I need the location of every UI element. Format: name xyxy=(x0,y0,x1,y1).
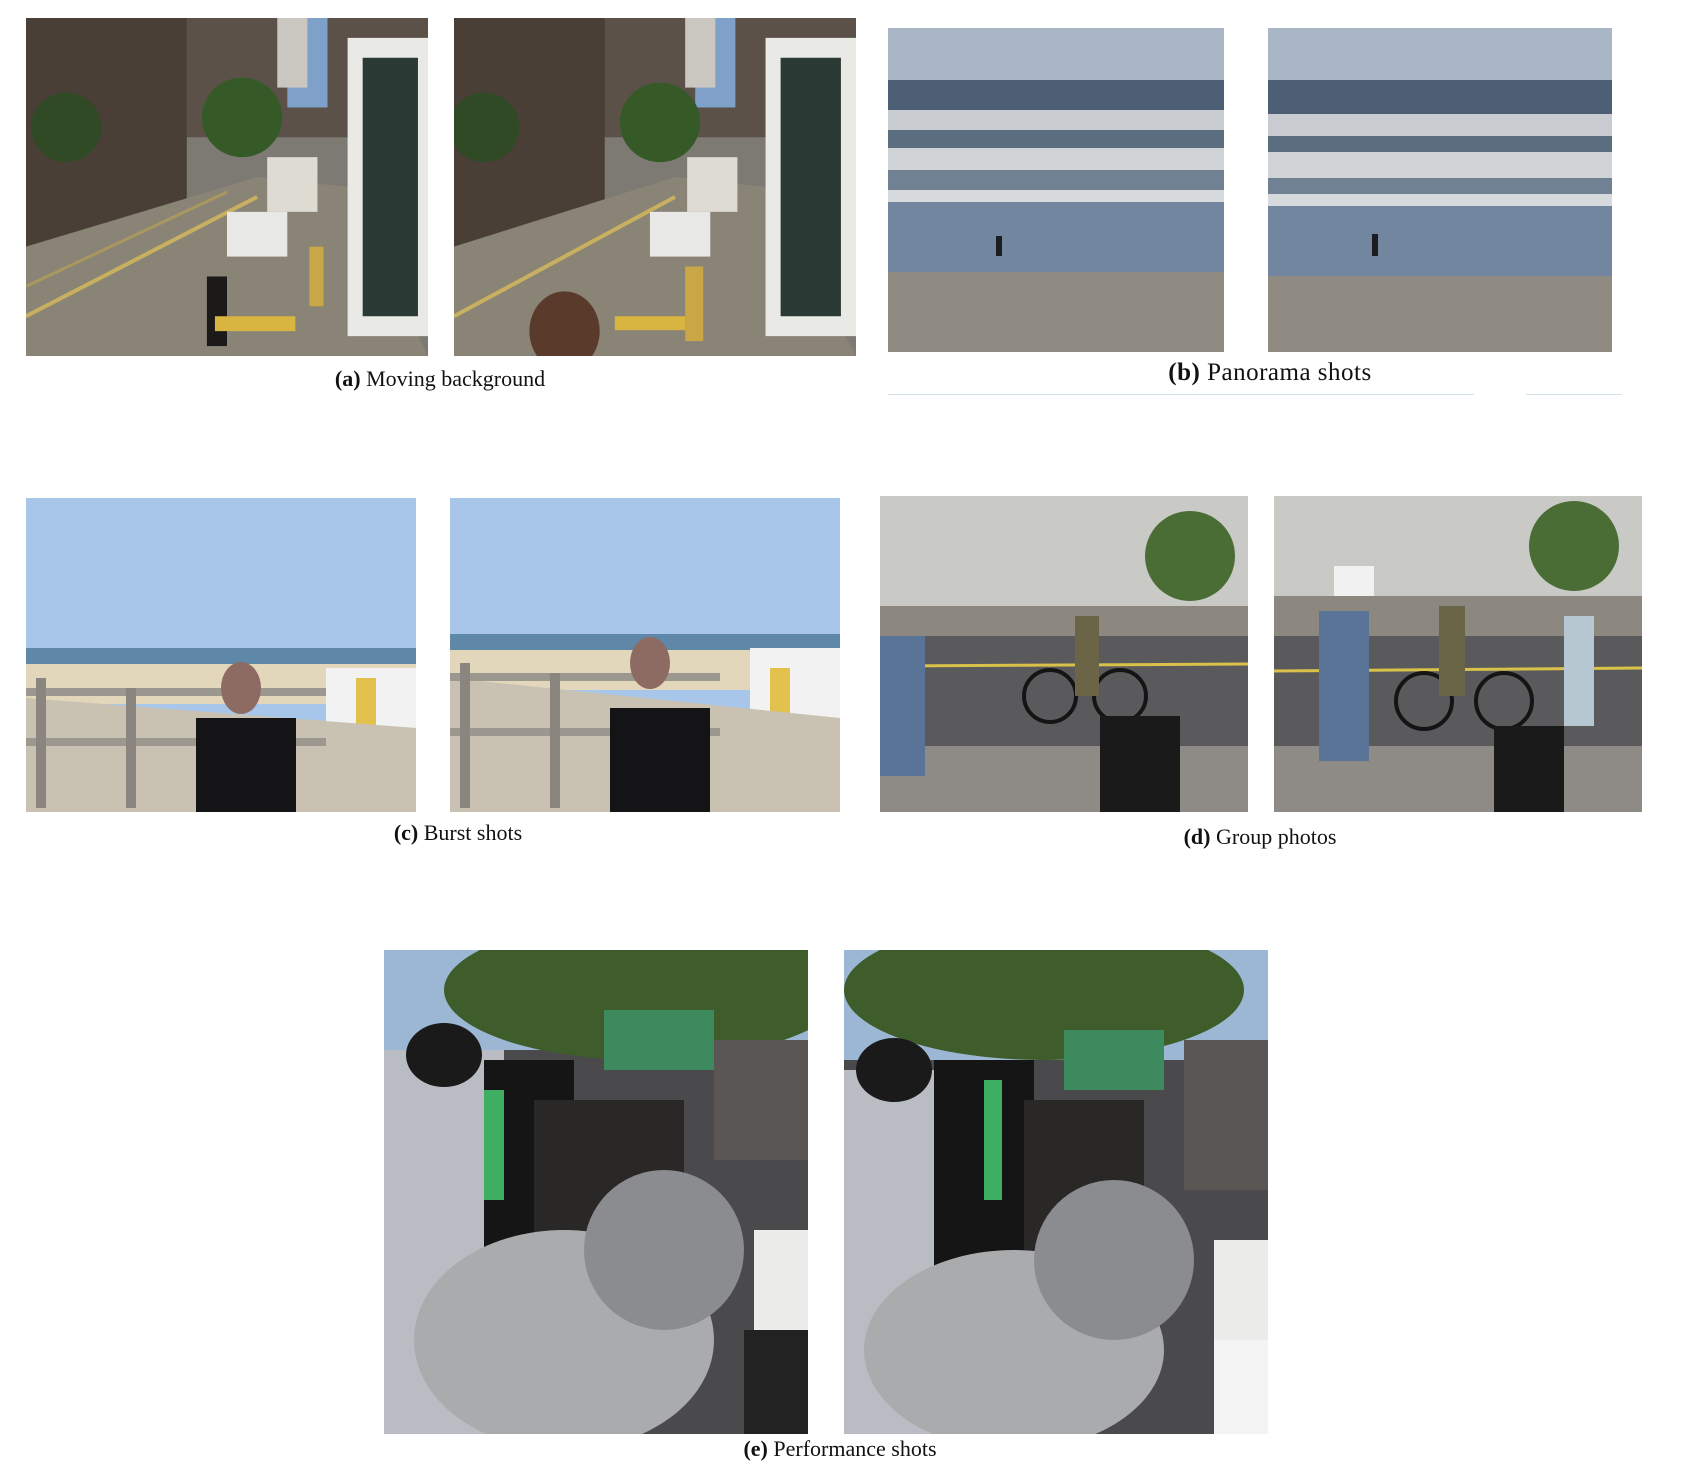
photo-b-right xyxy=(1268,28,1612,352)
caption-b: (b) Panorama shots xyxy=(1060,360,1480,386)
caption-c-label: (c) xyxy=(393,820,419,845)
divider-line-b2 xyxy=(1526,394,1622,395)
photo-d-right xyxy=(1274,496,1642,812)
caption-e: (e) Performance shots xyxy=(640,1436,1040,1462)
divider-line-b xyxy=(888,394,1474,395)
photo-a-left xyxy=(26,18,428,356)
photo-c-left xyxy=(26,498,416,812)
caption-e-text: Performance shots xyxy=(773,1436,937,1461)
photo-a-right xyxy=(454,18,856,356)
photo-e-left xyxy=(384,950,808,1434)
photo-c-right xyxy=(450,498,840,812)
photo-b-left xyxy=(888,28,1224,352)
caption-a: (a) Moving background xyxy=(240,366,640,392)
caption-b-text: Panorama shots xyxy=(1207,359,1372,386)
caption-a-label: (a) xyxy=(334,366,361,391)
caption-c-text: Burst shots xyxy=(423,820,523,845)
caption-d-text: Group photos xyxy=(1216,824,1337,849)
caption-b-label: (b) xyxy=(1168,359,1201,386)
photo-e-right xyxy=(844,950,1268,1434)
caption-e-label: (e) xyxy=(743,1436,768,1461)
caption-d: (d) Group photos xyxy=(1060,824,1460,850)
caption-a-text: Moving background xyxy=(366,366,546,391)
photo-d-left xyxy=(880,496,1248,812)
caption-c: (c) Burst shots xyxy=(258,820,658,846)
caption-d-label: (d) xyxy=(1183,824,1211,849)
